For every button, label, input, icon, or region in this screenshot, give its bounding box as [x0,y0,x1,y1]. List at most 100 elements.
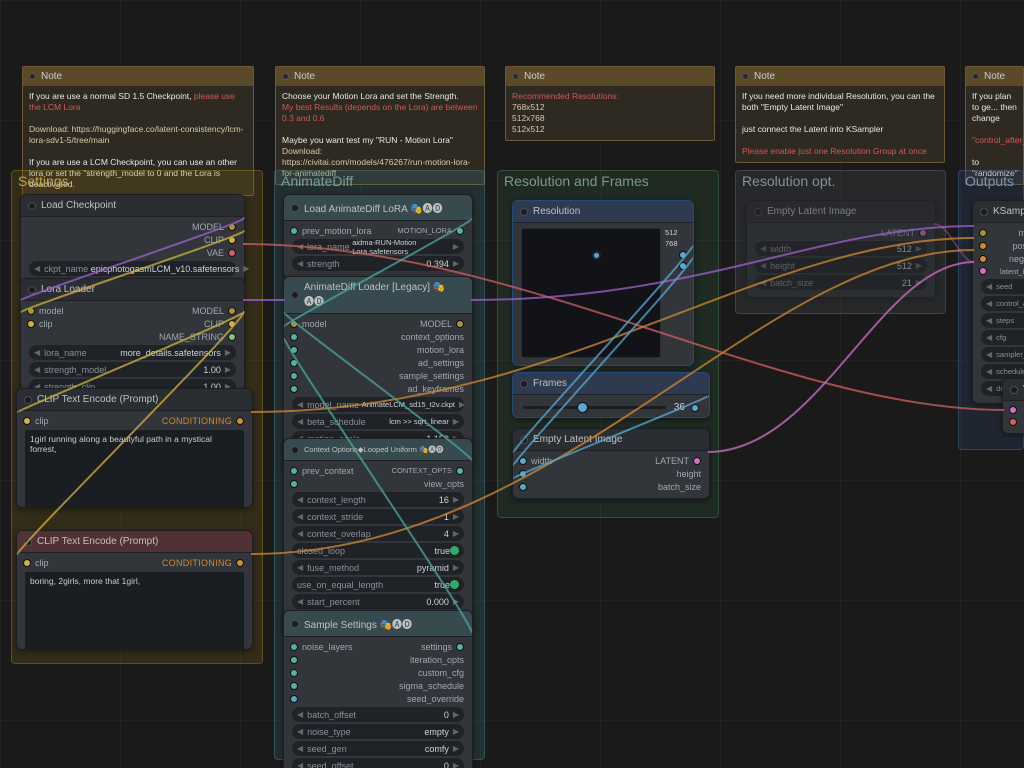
port-latent-in[interactable] [979,267,987,275]
widget-seed[interactable]: ◀seed [981,279,1024,294]
widget-strength[interactable]: ◀strength0.394▶ [292,256,464,271]
port-model-in[interactable] [979,229,987,237]
port-clip-out[interactable] [228,236,236,244]
collapse-dot-icon[interactable] [291,291,299,299]
port-ad-settings-in[interactable] [290,359,298,367]
port-name-out[interactable] [228,333,236,341]
port-ad-keyframes-in[interactable] [290,385,298,393]
widget-lora-name[interactable]: ◀lora_name aidma-RUN-Motion Lora.safeten… [292,239,464,254]
widget-context-stride[interactable]: ◀context_stride1▶ [292,509,464,524]
collapse-dot-icon[interactable] [520,380,528,388]
collapse-dot-icon[interactable] [1010,386,1018,394]
port-ctx-out[interactable] [456,467,464,475]
node-empty-latent-image[interactable]: Empty Latent Image widthLATENT height ba… [512,428,710,499]
port-clip-out[interactable] [228,320,236,328]
port-motion-lora-out[interactable] [456,227,464,235]
widget-beta-schedule[interactable]: ◀beta_schedulelcm >> sqrt_linear▶ [292,414,464,429]
widget-batch-offset[interactable]: ◀batch_offset0▶ [292,707,464,722]
collapse-dot-icon[interactable] [28,202,36,210]
collapse-dot-icon[interactable] [980,208,988,216]
widget-closed-loop[interactable]: closed_looptrue [292,543,464,558]
node-empty-latent-opt[interactable]: Empty Latent Image LATENT ◀width512▶ ◀he… [746,200,936,298]
port-clip-in[interactable] [27,320,35,328]
note-4[interactable]: Note If you need more individual Resolut… [735,66,945,163]
node-context-options[interactable]: Context Options◆Looped Uniform 🎭🅐🅓 prev_… [283,438,473,634]
node-sample-settings[interactable]: Sample Settings 🎭🅐🅓 noise_layerssettings… [283,610,473,768]
prompt-textarea[interactable]: boring, 2girls, more that 1girl, [25,572,244,650]
port-cond-out[interactable] [236,559,244,567]
node-clip-text-negative[interactable]: CLIP Text Encode (Prompt) clipCONDITIONI… [16,530,253,650]
collapse-dot-icon[interactable] [972,73,979,80]
port-sample-settings-in[interactable] [290,372,298,380]
port-vae-in[interactable] [1009,418,1017,426]
node-clip-text-positive[interactable]: CLIP Text Encode (Prompt) clipCONDITIONI… [16,388,253,508]
port-custom-cfg-in[interactable] [290,669,298,677]
collapse-dot-icon[interactable] [291,446,299,454]
port-seed-override-in[interactable] [290,695,298,703]
port-ctx-in[interactable] [290,333,298,341]
widget-noise-type[interactable]: ◀noise_typeempty▶ [292,724,464,739]
widget-use-equal-length[interactable]: use_on_equal_lengthtrue [292,577,464,592]
widget-sampler[interactable]: ◀sampler_ [981,347,1024,362]
collapse-dot-icon[interactable] [29,73,36,80]
widget-height[interactable]: ◀height512▶ [755,258,927,273]
port-prev-motion-lora[interactable] [290,227,298,235]
port-width-in[interactable] [519,457,527,465]
node-load-checkpoint[interactable]: Load Checkpoint MODEL CLIP VAE ◀ckpt_nam… [20,194,245,284]
resolution-canvas[interactable] [521,228,661,358]
widget-batch-size[interactable]: ◀batch_size21▶ [755,275,927,290]
collapse-dot-icon[interactable] [24,396,32,404]
widget-width[interactable]: ◀width512▶ [755,241,927,256]
collapse-dot-icon[interactable] [28,286,36,294]
node-ksampler[interactable]: KSample model positive negative latent_i… [972,200,1024,404]
port-height-out[interactable] [679,262,687,270]
port-samples-in[interactable] [1009,406,1017,414]
widget-model-name[interactable]: ◀model_name AnimateLCM_sd15_t2v.ckpt▶ [292,397,464,412]
widget-context-length[interactable]: ◀context_length16▶ [292,492,464,507]
collapse-dot-icon[interactable] [754,208,762,216]
port-negative-in[interactable] [979,255,987,263]
resolution-point-icon[interactable] [594,253,599,258]
port-positive-in[interactable] [979,242,987,250]
port-prev-ctx-in[interactable] [290,467,298,475]
port-model-out[interactable] [228,307,236,315]
widget-start-percent[interactable]: ◀start_percent0.000▶ [292,594,464,609]
node-lora-loader[interactable]: Lora Loader modelMODEL clipCLIP NAME_STR… [20,278,245,402]
node-resolution[interactable]: Resolution 512 768 [512,200,694,366]
port-noise-layers-in[interactable] [290,643,298,651]
port-settings-out[interactable] [456,643,464,651]
widget-context-overlap[interactable]: ◀context_overlap4▶ [292,526,464,541]
port-batchsize-in[interactable] [519,483,527,491]
collapse-dot-icon[interactable] [512,73,519,80]
toggle-on-icon[interactable] [450,546,459,555]
widget-seed-gen[interactable]: ◀seed_gencomfy▶ [292,741,464,756]
chevron-left-icon[interactable]: ◀ [34,264,40,273]
collapse-dot-icon[interactable] [520,208,528,216]
collapse-dot-icon[interactable] [291,620,299,628]
node-load-animatediff-lora[interactable]: Load AnimateDiff LoRA 🎭🅐🅓 prev_motion_lo… [283,194,473,279]
collapse-dot-icon[interactable] [282,73,289,80]
widget-lora-name[interactable]: ◀lora_namemore_details.safetensors▶ [29,345,236,360]
widget-ckpt-name[interactable]: ◀ckpt_name epicphotogasmLCM_v10.safetens… [29,261,236,276]
widget-strength-model[interactable]: ◀strength_model1.00▶ [29,362,236,377]
toggle-on-icon[interactable] [450,580,459,589]
widget-steps[interactable]: ◀steps [981,313,1024,328]
port-clip-in[interactable] [23,559,31,567]
note-3[interactable]: Note Recommended Resolutions: 768x512 51… [505,66,715,141]
port-latent-out[interactable] [693,457,701,465]
frames-slider[interactable]: 36 [523,402,699,413]
port-model-in[interactable] [27,307,35,315]
port-vae-out[interactable] [228,249,236,257]
node-frames[interactable]: Frames 36 [512,372,710,418]
port-latent-out[interactable] [919,229,927,237]
port-frames-out[interactable] [691,404,699,412]
widget-cfg[interactable]: ◀cfg [981,330,1024,345]
port-cond-out[interactable] [236,417,244,425]
collapse-dot-icon[interactable] [291,204,299,212]
port-model-out[interactable] [456,320,464,328]
port-width-out[interactable] [679,251,687,259]
node-vae[interactable]: VA samp vae [1002,378,1024,434]
collapse-dot-icon[interactable] [742,73,749,80]
prompt-textarea[interactable]: 1girl running along a beautyful path in … [25,430,244,508]
chevron-right-icon[interactable]: ▶ [243,264,249,273]
